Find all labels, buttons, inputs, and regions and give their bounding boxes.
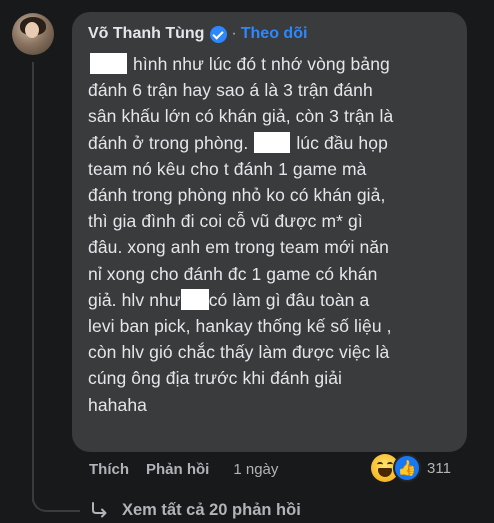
redacted-block [90,53,127,74]
follow-button[interactable]: Theo dõi [241,25,308,43]
comment-line: đánh 6 trận hay sao á là 3 trận đánh [88,80,373,101]
reaction-count: 311 [427,459,451,477]
reply-button[interactable]: Phản hồi [146,461,209,478]
comment-line: nỉ xong cho đánh đc 1 game có khán [88,263,378,284]
reactions-summary[interactable]: 👍 311 [371,452,451,484]
like-button[interactable]: Thích [89,461,129,478]
view-all-replies-link[interactable]: Xem tất cả 20 phản hồi [90,498,301,522]
like-icon: 👍 [393,454,421,482]
comment-text: hình như lúc đó t nhớ vòng bảng đánh 6 t… [88,51,453,418]
comment-line: cúng ông địa trước khi đánh giải [88,368,343,389]
timestamp[interactable]: 1 ngày [233,461,278,478]
comment-line: đâu. xong anh em trong team mới năn [88,237,389,258]
comment-line: có làm gì đâu toàn a [208,289,370,310]
verified-badge-icon [210,25,228,43]
avatar-face [25,22,39,38]
thread-curve [32,470,80,512]
comment-line: lúc đầu họp [296,132,388,153]
comment-line: hahaha [88,394,147,415]
comment-header: Võ Thanh Tùng · Theo dõi [88,23,453,45]
view-all-replies-label: Xem tất cả 20 phản hồi [122,500,301,519]
redacted-block [254,131,291,153]
redacted-block [180,288,209,310]
comment-line: đánh trong phòng nhỏ ko có khán giả, [88,185,386,206]
author-name[interactable]: Võ Thanh Tùng [88,25,204,43]
comment-line: giả. hlv như [88,289,181,310]
comment-line: team nó kêu cho t đánh 1 game mà [88,158,367,179]
separator-dot: · [231,25,237,42]
comment-line: hình như lúc đó t nhớ vòng bảng [133,54,390,74]
avatar[interactable] [12,13,54,55]
comment-bubble: Võ Thanh Tùng · Theo dõi hình như lúc đó… [72,12,467,452]
comment-line: sân khấu lớn có khán giả, còn 3 trận là [88,106,394,127]
comment-line: đánh ở trong phòng. [88,132,249,153]
comment-line: levi ban pick, hankay thống kế số liệu , [88,316,392,337]
thread-line [32,62,34,502]
comment-actions: Thích Phản hồi 1 ngày [89,458,278,480]
reply-arrow-icon [92,502,107,518]
comment-line: thì gia đình đi coi cỗ vũ được m* gì [88,211,363,232]
comment-line: còn hlv gió chắc thấy làm được việc là [88,342,390,363]
